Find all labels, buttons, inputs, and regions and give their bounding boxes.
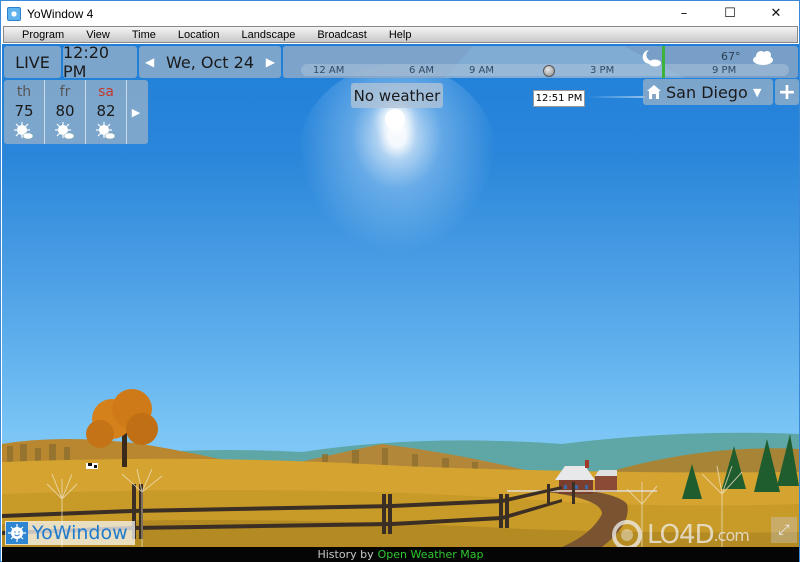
timeline-temperature: 67° — [721, 50, 741, 63]
fullscreen-icon[interactable]: ⤢ — [771, 517, 797, 543]
forecast-temp: 80 — [55, 102, 75, 120]
forecast-day-friday[interactable]: fr 80 — [45, 80, 86, 144]
far-fence — [507, 490, 657, 492]
sun-icon — [385, 109, 405, 129]
window-controls: – ☐ ✕ — [661, 1, 799, 26]
window-title: YoWindow 4 — [27, 6, 94, 21]
live-button[interactable]: LIVE — [4, 46, 61, 78]
forecast-day-name: sa — [98, 84, 114, 100]
tooltip-beam — [587, 96, 645, 98]
location-name: San Diego — [666, 82, 748, 102]
maximize-button[interactable]: ☐ — [707, 1, 753, 26]
watermark-text: LO4D — [647, 520, 715, 547]
home-icon — [647, 85, 661, 99]
timeline-slider-handle[interactable] — [543, 65, 555, 77]
lo4d-logo-icon — [612, 520, 642, 547]
menu-location[interactable]: Location — [170, 29, 228, 41]
tick-3pm: 3 PM — [590, 65, 615, 76]
moon-cloud-icon — [642, 50, 661, 67]
sun-face-icon — [8, 524, 26, 542]
open-weather-map-link[interactable]: Open Weather Map — [378, 548, 484, 561]
chevron-down-icon[interactable]: ▼ — [753, 86, 767, 99]
weather-scene[interactable]: LIVE 12:20 PM ◀ We, Oct 24 ▶ 12 AM 6 AM … — [2, 44, 799, 547]
yowindow-logo-text: YoWindow — [32, 522, 128, 544]
tick-6am: 6 AM — [409, 65, 435, 76]
forecast-temp: 82 — [96, 102, 116, 120]
tick-12am: 12 AM — [313, 65, 345, 76]
close-button[interactable]: ✕ — [753, 1, 799, 26]
prev-day-icon[interactable]: ◀ — [145, 55, 154, 69]
status-bar: History by Open Weather Map — [2, 547, 799, 562]
yowindow-app-icon — [7, 6, 21, 21]
menu-broadcast[interactable]: Broadcast — [309, 29, 375, 41]
forecast-day-saturday[interactable]: sa 82 — [86, 80, 127, 144]
menu-landscape[interactable]: Landscape — [233, 29, 303, 41]
sun-cloud-icon — [55, 122, 75, 140]
current-date: We, Oct 24 — [165, 52, 254, 72]
app-window: YoWindow 4 – ☐ ✕ Program View Time Locat… — [0, 0, 800, 562]
date-navigator: ◀ We, Oct 24 ▶ — [139, 46, 281, 78]
current-time[interactable]: 12:20 PM — [63, 44, 137, 81]
menu-program[interactable]: Program — [14, 29, 72, 41]
forecast-panel: th 75 fr 80 sa 82 ▶ — [4, 80, 148, 144]
tick-9pm: 9 PM — [712, 65, 737, 76]
timeline-bar[interactable]: 12 AM 6 AM 9 AM 3 PM 9 PM 67° — [283, 46, 798, 78]
menu-help[interactable]: Help — [381, 29, 420, 41]
sun-cloud-icon — [14, 122, 34, 140]
add-location-button[interactable]: + — [775, 79, 799, 105]
cow — [86, 463, 98, 469]
watermark-suffix: .com — [713, 525, 750, 545]
forecast-next-icon[interactable]: ▶ — [127, 80, 145, 144]
lo4d-watermark: LO4D .com — [607, 520, 750, 547]
forecast-day-name: fr — [59, 84, 71, 100]
menu-time[interactable]: Time — [124, 29, 164, 41]
forecast-temp: 75 — [14, 102, 34, 120]
yowindow-logo[interactable]: YoWindow — [5, 521, 135, 545]
location-selector[interactable]: San Diego ▼ — [643, 79, 773, 105]
weather-status-label: No weather — [351, 83, 443, 108]
menu-view[interactable]: View — [78, 29, 118, 41]
status-prefix: History by — [317, 548, 374, 561]
title-bar: YoWindow 4 – ☐ ✕ — [1, 1, 799, 26]
yowindow-sun-icon — [6, 522, 28, 544]
sun-cloud-icon — [96, 122, 116, 140]
tick-9am: 9 AM — [469, 65, 495, 76]
forecast-day-name: th — [16, 84, 32, 100]
timeline-cursor-tooltip: 12:51 PM — [533, 90, 585, 107]
minimize-button[interactable]: – — [661, 1, 707, 26]
cloud-icon — [753, 51, 773, 65]
forecast-day-thursday[interactable]: th 75 — [4, 80, 45, 144]
menu-bar: Program View Time Location Landscape Bro… — [3, 26, 798, 43]
next-day-icon[interactable]: ▶ — [266, 55, 275, 69]
